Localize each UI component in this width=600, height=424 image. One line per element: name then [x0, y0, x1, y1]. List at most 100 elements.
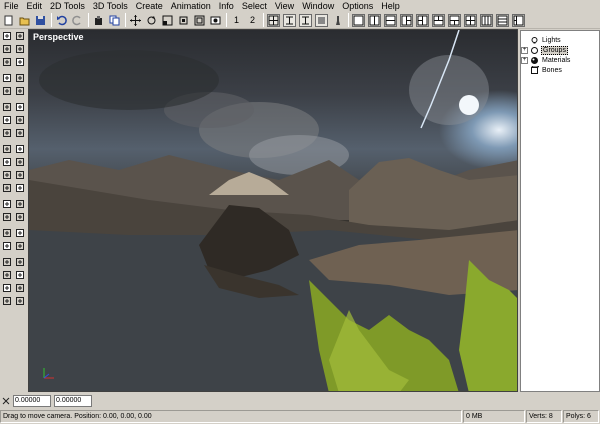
- tree-item-groups[interactable]: + Groups: [521, 45, 599, 55]
- cone-icon[interactable]: [14, 127, 26, 139]
- tool-row: [0, 127, 28, 139]
- weld-icon[interactable]: [1, 240, 13, 252]
- new-file-icon[interactable]: [2, 14, 15, 27]
- menu-edit[interactable]: Edit: [23, 0, 47, 12]
- snap-face-icon[interactable]: [315, 13, 328, 27]
- lattice-icon[interactable]: [1, 169, 13, 181]
- layout-custom-icon[interactable]: [512, 13, 525, 27]
- tree-item-label: Groups: [541, 45, 568, 55]
- menu-create[interactable]: Create: [132, 0, 167, 12]
- menu-animation[interactable]: Animation: [167, 0, 215, 12]
- select-edge-icon[interactable]: [14, 211, 26, 223]
- menu-3d-tools[interactable]: 3D Tools: [89, 0, 132, 12]
- tool-row: [0, 240, 28, 252]
- edit-pen-icon[interactable]: [14, 72, 26, 84]
- cylinder-icon[interactable]: [1, 127, 13, 139]
- select-lasso-icon[interactable]: [14, 30, 26, 42]
- paint-tool-icon[interactable]: [14, 198, 26, 210]
- perspective-viewport[interactable]: Perspective: [28, 29, 518, 392]
- select-face-icon[interactable]: [1, 211, 13, 223]
- snap-edge-icon[interactable]: [299, 13, 312, 27]
- rotate-tool-icon[interactable]: [1, 227, 13, 239]
- paint-icon[interactable]: [331, 14, 344, 27]
- frame-all-icon[interactable]: [193, 14, 206, 27]
- zoom-icon[interactable]: [14, 43, 26, 55]
- bone-tool-icon[interactable]: [1, 269, 13, 281]
- menu-select[interactable]: Select: [238, 0, 271, 12]
- lock-icon[interactable]: [14, 282, 26, 294]
- plane-icon[interactable]: [14, 143, 26, 155]
- move-icon[interactable]: [129, 14, 142, 27]
- layout-3b-icon[interactable]: [416, 13, 429, 27]
- flip-icon[interactable]: [14, 227, 26, 239]
- star-icon[interactable]: [1, 101, 13, 113]
- layout-2v-icon[interactable]: [384, 13, 397, 27]
- layout-3c-icon[interactable]: [432, 13, 445, 27]
- layout-3d-icon[interactable]: [448, 13, 461, 27]
- tool-row: [0, 114, 28, 126]
- align-icon[interactable]: [14, 256, 26, 268]
- sphere-tool-icon[interactable]: [14, 114, 26, 126]
- scene-tree-panel[interactable]: Lights + Groups + Materials Bones: [520, 30, 600, 392]
- magnify-icon[interactable]: [1, 56, 13, 68]
- tree-item-bones[interactable]: Bones: [521, 65, 599, 75]
- layout-4-icon[interactable]: [464, 13, 477, 27]
- coordinate-bar: [0, 393, 600, 408]
- menu-file[interactable]: File: [0, 0, 23, 12]
- frame-icon[interactable]: [177, 14, 190, 27]
- layout-3-icon[interactable]: [400, 13, 413, 27]
- pointer-icon[interactable]: [1, 72, 13, 84]
- box-icon[interactable]: [1, 114, 13, 126]
- view-2-button[interactable]: 2: [246, 14, 259, 27]
- cut-tool-icon[interactable]: [14, 101, 26, 113]
- rotate-icon[interactable]: [145, 14, 158, 27]
- tree-item-materials[interactable]: + Materials: [521, 55, 599, 65]
- lattice-alt-icon[interactable]: [14, 169, 26, 181]
- tree-item-lights[interactable]: Lights: [521, 35, 599, 45]
- view-1-button[interactable]: 1: [230, 14, 243, 27]
- snap-vertex-icon[interactable]: [283, 13, 296, 27]
- expand-toggle-icon[interactable]: +: [521, 46, 528, 54]
- coord-y-input[interactable]: [54, 394, 92, 407]
- snap-icon[interactable]: [1, 282, 13, 294]
- select-rect-icon[interactable]: [1, 30, 13, 42]
- menu-info[interactable]: Info: [215, 0, 238, 12]
- snap-grid-icon[interactable]: [267, 13, 280, 27]
- grid-alt-icon[interactable]: [14, 156, 26, 168]
- redo-icon[interactable]: [71, 14, 84, 27]
- move-tool-icon[interactable]: [1, 43, 13, 55]
- layout-2h-icon[interactable]: [368, 13, 381, 27]
- merge-icon[interactable]: [1, 295, 13, 307]
- menu-2d-tools[interactable]: 2D Tools: [46, 0, 89, 12]
- undo-icon[interactable]: [55, 14, 68, 27]
- save-icon[interactable]: [34, 14, 47, 27]
- copy-icon[interactable]: [108, 14, 121, 27]
- coord-x-input[interactable]: [13, 394, 51, 407]
- grid-icon[interactable]: [1, 156, 13, 168]
- layout-4c-icon[interactable]: [496, 13, 509, 27]
- mirror-icon[interactable]: [1, 256, 13, 268]
- open-folder-icon[interactable]: [18, 14, 31, 27]
- scale-icon[interactable]: [161, 14, 174, 27]
- vertex-icon[interactable]: [14, 85, 26, 97]
- expand-toggle-icon[interactable]: +: [521, 56, 528, 64]
- layout-4b-icon[interactable]: [480, 13, 493, 27]
- toolbar-divider: [263, 13, 264, 27]
- brush-icon[interactable]: [1, 198, 13, 210]
- extrude-icon[interactable]: [1, 85, 13, 97]
- torus-icon[interactable]: [1, 143, 13, 155]
- menu-window[interactable]: Window: [298, 0, 338, 12]
- twist-icon[interactable]: [14, 182, 26, 194]
- grid-select-icon[interactable]: [14, 56, 26, 68]
- menu-view[interactable]: View: [271, 0, 298, 12]
- layout-1-icon[interactable]: [352, 13, 365, 27]
- menu-options[interactable]: Options: [338, 0, 377, 12]
- detach-icon[interactable]: [14, 295, 26, 307]
- menu-help[interactable]: Help: [377, 0, 404, 12]
- joint-icon[interactable]: [14, 269, 26, 281]
- render-icon[interactable]: [209, 14, 222, 27]
- bend-icon[interactable]: [1, 182, 13, 194]
- split-icon[interactable]: [14, 240, 26, 252]
- cut-icon[interactable]: [92, 14, 105, 27]
